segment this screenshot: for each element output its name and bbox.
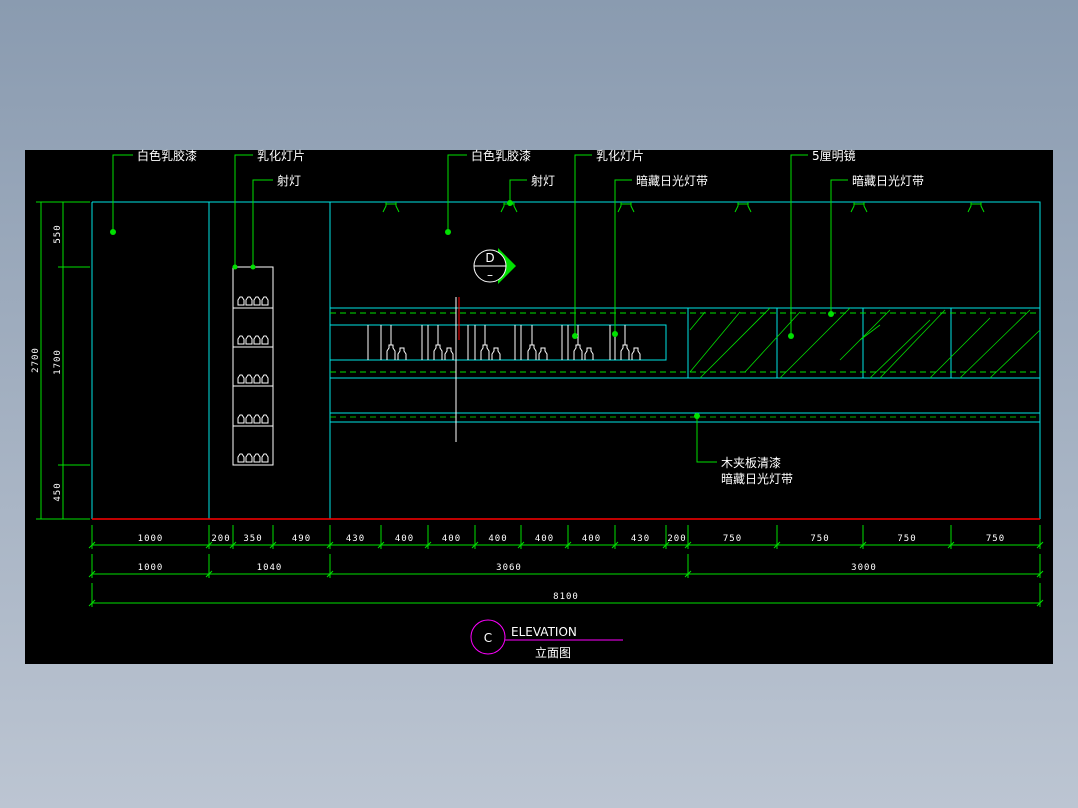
dim-label: 750 [986, 534, 1005, 544]
title-marker: C [484, 631, 492, 645]
label-hidden-light-mid: 暗藏日光灯带 [636, 173, 708, 188]
dim-label: 1000 [138, 534, 164, 544]
label-paint-mid: 白色乳胶漆 [471, 148, 531, 163]
dim-label: 400 [488, 534, 507, 544]
dim-label: 400 [442, 534, 461, 544]
label-spot-left: 射灯 [277, 173, 301, 188]
label-hidden-light-right: 暗藏日光灯带 [852, 173, 924, 188]
dim-label: 400 [582, 534, 601, 544]
title-en: ELEVATION [511, 625, 577, 639]
dim-2700: 2700 [31, 347, 41, 373]
dim-total-label: 8100 [553, 592, 579, 602]
dim-label: 750 [723, 534, 742, 544]
label-lightfilm-mid: 乳化灯片 [596, 149, 644, 163]
section-letter: D [485, 251, 494, 265]
title-cn: 立面图 [535, 645, 571, 660]
label-lightfilm-left: 乳化灯片 [257, 149, 305, 163]
label-hidden-light-bottom: 暗藏日光灯带 [721, 471, 793, 486]
dim-1700: 1700 [53, 349, 63, 375]
dim-label: 350 [243, 534, 262, 544]
dim-label: 1040 [257, 563, 283, 573]
dim-label: 750 [810, 534, 829, 544]
dim-label: 1000 [138, 563, 164, 573]
label-wood-varnish: 木夹板清漆 [721, 456, 781, 470]
dim-label: 400 [395, 534, 414, 544]
dim-label: 200 [667, 534, 686, 544]
cad-drawing: D – 白色乳胶漆 乳化灯片 射灯 白色乳胶漆 射灯 乳化灯片 暗藏日光灯带 5… [25, 148, 1053, 664]
dim-550: 550 [53, 224, 63, 243]
label-paint-left: 白色乳胶漆 [137, 148, 197, 163]
dim-label: 430 [346, 534, 365, 544]
dim-label: 430 [631, 534, 650, 544]
dim-label: 200 [211, 534, 230, 544]
drawing-canvas [25, 150, 1053, 664]
dim-label: 3000 [851, 563, 877, 573]
section-sub: – [487, 268, 493, 282]
dim-label: 490 [292, 534, 311, 544]
dim-label: 3060 [496, 563, 522, 573]
label-spot-mid: 射灯 [531, 173, 555, 188]
dim-label: 750 [897, 534, 916, 544]
dim-label: 400 [535, 534, 554, 544]
dim-450: 450 [53, 482, 63, 501]
label-mirror: 5厘明镜 [812, 148, 856, 163]
